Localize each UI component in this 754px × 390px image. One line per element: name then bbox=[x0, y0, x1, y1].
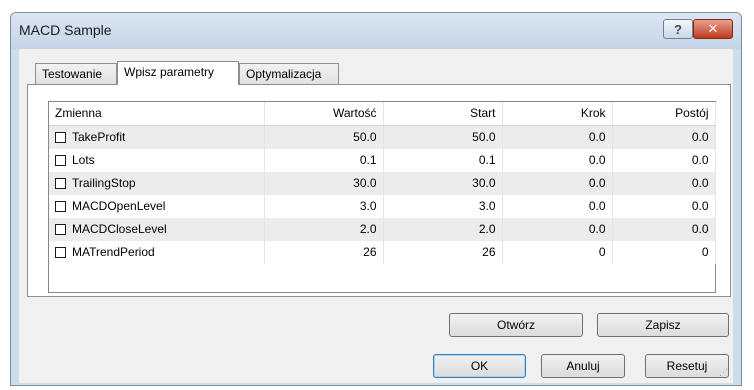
column-header-postoj[interactable]: Postój bbox=[612, 102, 716, 126]
column-header-wartosc[interactable]: Wartość bbox=[264, 102, 384, 126]
start-cell[interactable]: 50.0 bbox=[383, 125, 503, 149]
parameter-name: TrailingStop bbox=[72, 176, 136, 190]
parameters-panel: Zmienna Wartość Start Krok Postój TakePr… bbox=[27, 84, 731, 297]
dialog-body: Testowanie Wpisz parametry Optymalizacja… bbox=[19, 49, 733, 383]
parameter-name: TakeProfit bbox=[72, 130, 126, 144]
help-button[interactable]: ? bbox=[663, 19, 693, 39]
title-bar[interactable]: MACD Sample ? ✕ bbox=[11, 13, 741, 49]
table-row[interactable]: TrailingStop 30.0 30.0 0.0 0.0 bbox=[49, 171, 716, 195]
optimize-checkbox[interactable] bbox=[55, 131, 66, 143]
table-row[interactable]: MACDOpenLevel 3.0 3.0 0.0 0.0 bbox=[49, 194, 716, 218]
close-button[interactable]: ✕ bbox=[693, 19, 733, 39]
parameter-name: Lots bbox=[72, 153, 95, 167]
optimize-checkbox[interactable] bbox=[55, 246, 66, 258]
optimize-checkbox[interactable] bbox=[55, 154, 66, 166]
optimize-checkbox[interactable] bbox=[55, 177, 66, 189]
value-cell[interactable]: 0.1 bbox=[264, 148, 384, 172]
step-cell[interactable]: 0.0 bbox=[502, 171, 613, 195]
value-cell[interactable]: 2.0 bbox=[264, 217, 384, 241]
column-header-krok[interactable]: Krok bbox=[502, 102, 613, 126]
step-cell[interactable]: 0.0 bbox=[502, 217, 613, 241]
parameter-name: MACDCloseLevel bbox=[72, 222, 167, 236]
value-cell[interactable]: 50.0 bbox=[264, 125, 384, 149]
stop-cell[interactable]: 0.0 bbox=[612, 194, 716, 218]
parameter-name: MATrendPeriod bbox=[72, 245, 155, 259]
tab-testowanie[interactable]: Testowanie bbox=[35, 63, 117, 84]
dialog-window: MACD Sample ? ✕ Testowanie Wpisz paramet… bbox=[10, 12, 742, 386]
table-row[interactable]: MATrendPeriod 26 26 0 0 bbox=[49, 240, 716, 264]
stop-cell[interactable]: 0 bbox=[612, 240, 716, 264]
step-cell[interactable]: 0 bbox=[502, 240, 613, 264]
optimize-checkbox[interactable] bbox=[55, 200, 66, 212]
table-row[interactable]: Lots 0.1 0.1 0.0 0.0 bbox=[49, 148, 716, 172]
stop-cell[interactable]: 0.0 bbox=[612, 171, 716, 195]
start-cell[interactable]: 30.0 bbox=[383, 171, 503, 195]
resize-grip-icon[interactable]: ⋰ bbox=[719, 368, 731, 381]
cancel-button[interactable]: Anuluj bbox=[541, 354, 625, 378]
parameters-table: Zmienna Wartość Start Krok Postój TakePr… bbox=[48, 101, 716, 293]
open-button[interactable]: Otwórz bbox=[449, 313, 583, 337]
table-header-row: Zmienna Wartość Start Krok Postój bbox=[49, 102, 716, 126]
start-cell[interactable]: 26 bbox=[383, 240, 503, 264]
stop-cell[interactable]: 0.0 bbox=[612, 217, 716, 241]
reset-button[interactable]: Resetuj bbox=[645, 354, 729, 378]
value-cell[interactable]: 30.0 bbox=[264, 171, 384, 195]
step-cell[interactable]: 0.0 bbox=[502, 194, 613, 218]
optimize-checkbox[interactable] bbox=[55, 223, 66, 235]
start-cell[interactable]: 0.1 bbox=[383, 148, 503, 172]
ok-button[interactable]: OK bbox=[433, 354, 526, 378]
column-header-zmienna[interactable]: Zmienna bbox=[49, 102, 265, 126]
save-button[interactable]: Zapisz bbox=[597, 313, 729, 337]
help-icon: ? bbox=[674, 21, 682, 37]
stop-cell[interactable]: 0.0 bbox=[612, 148, 716, 172]
value-cell[interactable]: 3.0 bbox=[264, 194, 384, 218]
parameter-name: MACDOpenLevel bbox=[72, 199, 166, 213]
step-cell[interactable]: 0.0 bbox=[502, 125, 613, 149]
stop-cell[interactable]: 0.0 bbox=[612, 125, 716, 149]
close-icon: ✕ bbox=[707, 21, 719, 36]
value-cell[interactable]: 26 bbox=[264, 240, 384, 264]
window-title: MACD Sample bbox=[19, 22, 112, 38]
tab-optymalizacja[interactable]: Optymalizacja bbox=[239, 63, 339, 84]
start-cell[interactable]: 2.0 bbox=[383, 217, 503, 241]
table-row[interactable]: TakeProfit 50.0 50.0 0.0 0.0 bbox=[49, 125, 716, 149]
column-header-start[interactable]: Start bbox=[383, 102, 503, 126]
step-cell[interactable]: 0.0 bbox=[502, 148, 613, 172]
tab-wpisz-parametry[interactable]: Wpisz parametry bbox=[117, 61, 239, 85]
table-row[interactable]: MACDCloseLevel 2.0 2.0 0.0 0.0 bbox=[49, 217, 716, 241]
start-cell[interactable]: 3.0 bbox=[383, 194, 503, 218]
